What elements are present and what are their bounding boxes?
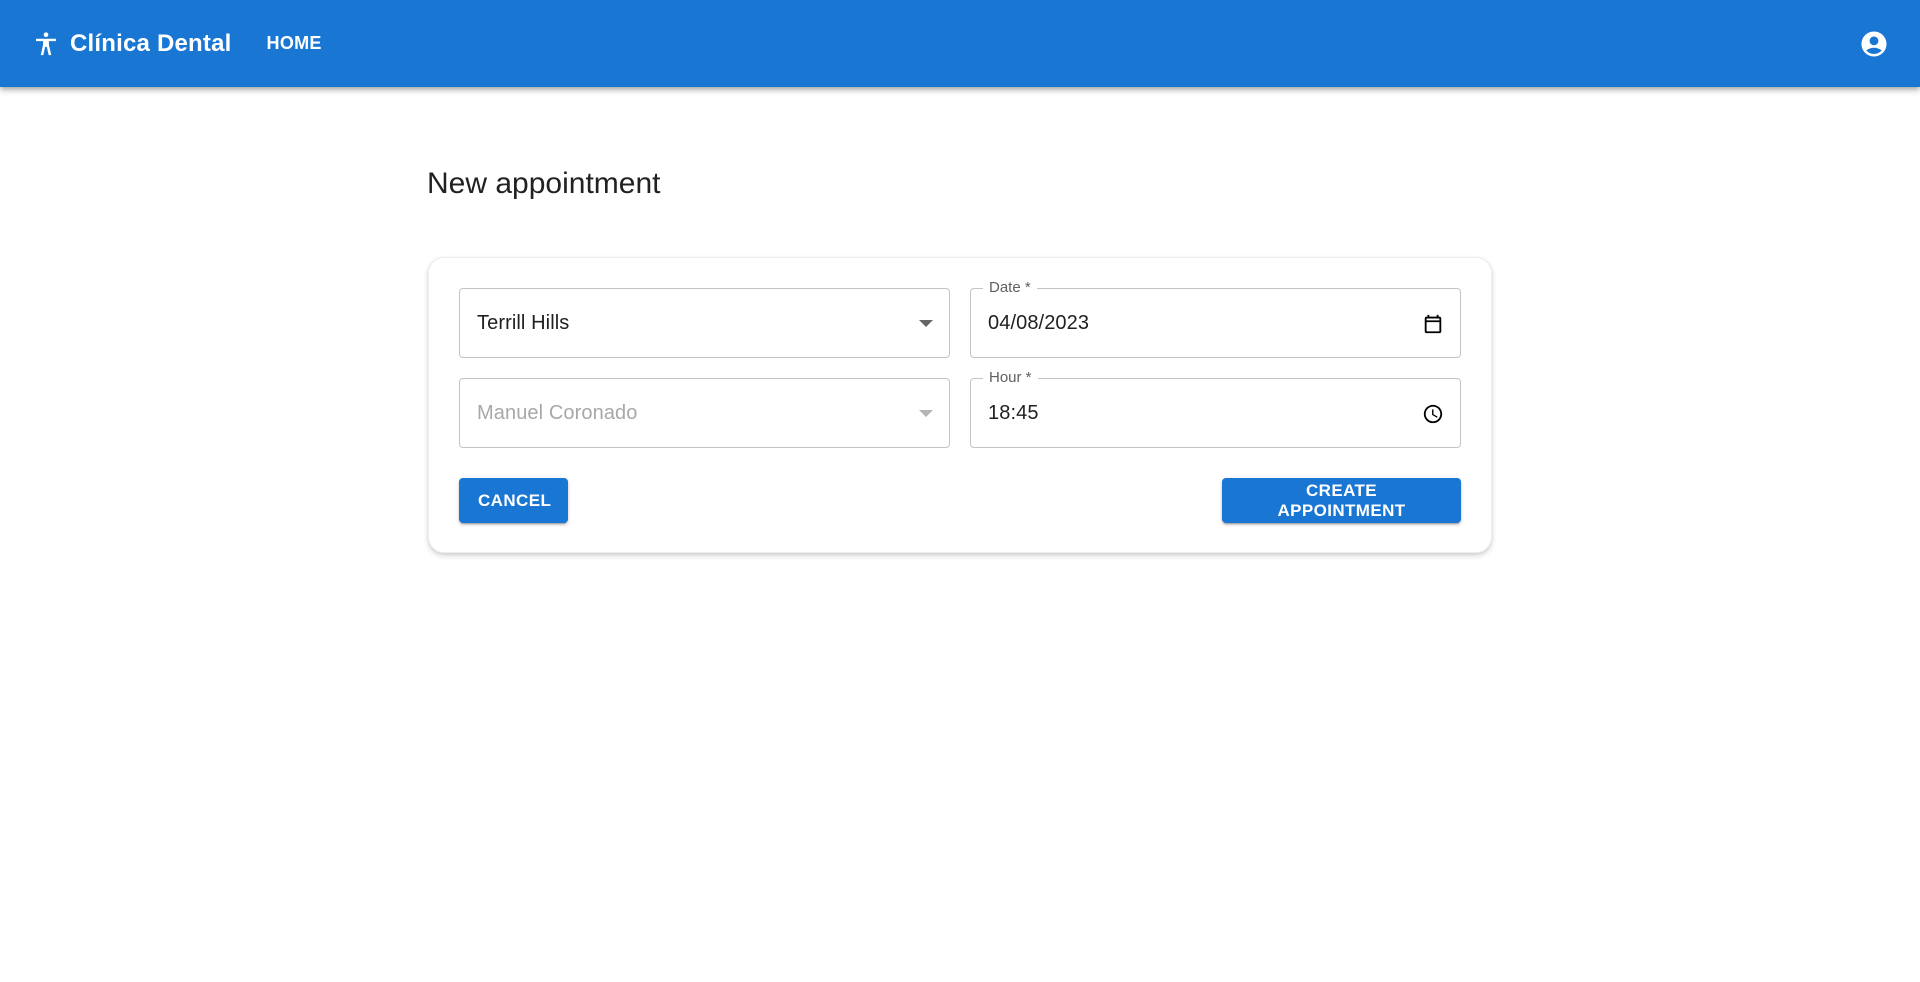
date-field-value: 04/08/2023: [988, 312, 1090, 334]
date-field[interactable]: Date * 04/08/2023: [970, 279, 1461, 358]
calendar-icon[interactable]: [1422, 313, 1444, 335]
account-circle-icon[interactable]: [1859, 29, 1889, 59]
hour-field-value: 18:45: [988, 402, 1039, 424]
dentist-select[interactable]: Manuel Coronado: [459, 378, 950, 448]
date-field-label: Date *: [983, 279, 1037, 297]
brand-name: Clínica Dental: [70, 29, 232, 57]
appointment-form-card: Terrill Hills Manuel Coronado Date * 04/…: [428, 257, 1492, 553]
clock-icon[interactable]: [1422, 403, 1444, 425]
hour-field[interactable]: Hour * 18:45: [970, 369, 1461, 448]
accessibility-icon: [31, 29, 61, 59]
hour-field-label: Hour *: [983, 369, 1038, 387]
page-title: New appointment: [427, 167, 661, 200]
dropdown-arrow-icon: [919, 410, 933, 417]
cancel-button[interactable]: CANCEL: [459, 478, 568, 523]
brand-link[interactable]: Clínica Dental: [31, 29, 232, 59]
patient-select-value: Terrill Hills: [477, 312, 570, 334]
app-bar: Clínica Dental HOME: [0, 0, 1920, 87]
create-appointment-button[interactable]: CREATE APPOINTMENT: [1222, 478, 1461, 523]
dropdown-arrow-icon: [919, 320, 933, 327]
patient-select[interactable]: Terrill Hills: [459, 288, 950, 358]
nav-home-link[interactable]: HOME: [267, 25, 322, 62]
dentist-select-value: Manuel Coronado: [477, 402, 638, 424]
